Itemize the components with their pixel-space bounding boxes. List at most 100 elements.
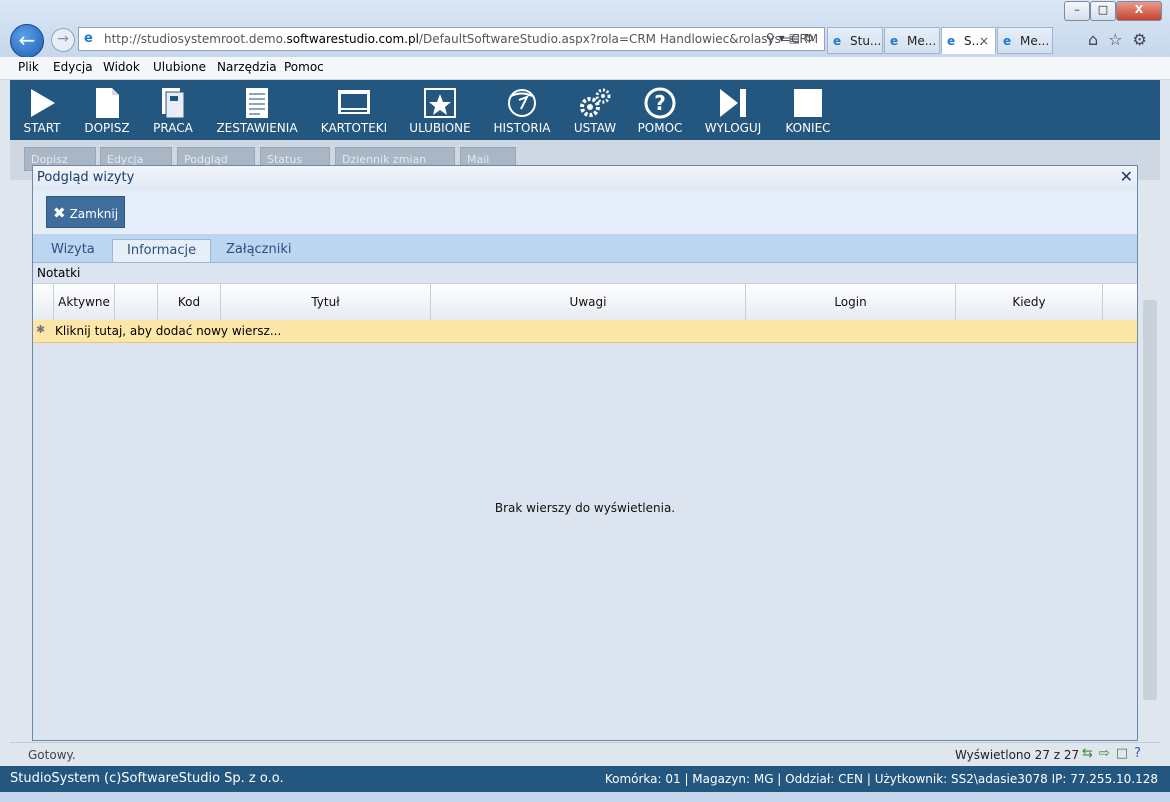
col-uwagi[interactable]: Uwagi [430, 284, 745, 320]
status-bar: Gotowy. Wyświetlono 27 z 27 ⇆⇨□? [10, 742, 1160, 767]
background-left-panel [10, 180, 33, 745]
dialog-header: Podgląd wizyty ✕ [33, 166, 1137, 191]
back-button[interactable]: ← [10, 24, 44, 58]
history-icon [508, 89, 536, 117]
toolbar-ulubione[interactable]: ULUBIONE [404, 80, 476, 140]
browser-tab-3-active[interactable]: e S... × [941, 27, 996, 54]
menu-narzedzia[interactable]: Narzędzia [217, 60, 277, 74]
browser-tab-1[interactable]: e Stu... [827, 27, 883, 54]
ie-tab-icon: e [833, 34, 842, 48]
app-toolbar: START DOPISZ PRACA ZESTAWIENIA KARTOTEKI… [10, 80, 1160, 140]
add-new-row-label: Kliknij tutaj, aby dodać nowy wiersz... [55, 324, 282, 338]
minimize-button[interactable]: – [1064, 1, 1090, 21]
tab-informacje[interactable]: Informacje [112, 239, 212, 262]
tab-wizyta[interactable]: Wizyta [37, 239, 109, 262]
toolbar-dopisz[interactable]: DOPISZ [78, 80, 136, 140]
menu-edycja[interactable]: Edycja [53, 60, 93, 74]
close-tab-icon[interactable]: × [979, 28, 989, 53]
col-login[interactable]: Login [745, 284, 955, 320]
toolbar-pomoc[interactable]: ? POMOC [632, 80, 688, 140]
search-icon[interactable]: ⚲ [766, 31, 779, 45]
browser-tab-4[interactable]: e Me... [997, 27, 1053, 54]
ie-page-icon: e [84, 31, 93, 46]
notes-grid: Aktywne Kod Tytuł Uwagi Login Kiedy ✱ Kl… [33, 283, 1137, 346]
toolbar-historia[interactable]: HISTORIA [486, 80, 558, 140]
maximize-button[interactable]: □ [1090, 1, 1116, 21]
section-label-notatki: Notatki [37, 266, 81, 280]
address-bar[interactable]: e http://studiosystemroot.demo.softwares… [78, 27, 825, 51]
grid-body: Brak wierszy do wyświetlenia. [33, 346, 1137, 740]
menu-bar: Plik Edycja Widok Ulubione Narzędzia Pom… [0, 57, 1170, 80]
status-action-icons[interactable]: ⇆⇨□? [1082, 746, 1147, 761]
monitor-icon [338, 90, 370, 114]
tab-zalaczniki[interactable]: Załączniki [212, 239, 306, 262]
toolbar-start[interactable]: START [16, 80, 68, 140]
add-new-row[interactable]: ✱ Kliknij tutaj, aby dodać nowy wiersz..… [33, 320, 1137, 343]
status-text: Gotowy. [28, 748, 76, 762]
toolbar-kartoteki[interactable]: KARTOTEKI [316, 80, 392, 140]
help-icon: ? [644, 87, 676, 119]
browser-command-icons[interactable]: ⌂☆⚙ [1088, 30, 1157, 49]
export-icon[interactable]: ⇨ [1099, 746, 1116, 761]
binder-icon [162, 88, 185, 119]
col-indicator [33, 284, 53, 320]
close-dialog-button[interactable]: ✖ Zamknij [46, 196, 126, 228]
refresh-icon[interactable]: ↻ [804, 31, 818, 45]
comment-icon[interactable]: □ [1116, 746, 1134, 761]
document-icon [96, 88, 119, 118]
col-filler [1102, 284, 1137, 320]
toolbar-zestawienia[interactable]: ZESTAWIENIA [210, 80, 304, 140]
address-bar-icons[interactable]: ⚲▾▤↻ [766, 31, 818, 45]
dialog-actions: ✖ Zamknij [33, 190, 1137, 234]
svg-text:?: ? [654, 91, 666, 115]
report-icon [246, 88, 268, 118]
settings-gear-icon[interactable]: ⚙ [1133, 30, 1157, 49]
dialog-close-icon[interactable]: ✕ [1120, 167, 1133, 186]
copyright-text: StudioSystem (c)SoftwareStudio Sp. z o.o… [10, 771, 284, 786]
gears-icon [580, 88, 611, 117]
empty-message: Brak wierszy do wyświetlenia. [494, 501, 676, 515]
ie-tab-icon: e [890, 34, 899, 48]
menu-plik[interactable]: Plik [18, 60, 39, 74]
col-tytul[interactable]: Tytuł [220, 284, 430, 320]
visit-preview-dialog: Podgląd wizyty ✕ ✖ Zamknij Wizyta Informa… [32, 165, 1138, 741]
col-kiedy[interactable]: Kiedy [955, 284, 1102, 320]
ie-tab-icon: e [947, 34, 956, 48]
dialog-tabstrip: Wizyta Informacje Załączniki [33, 234, 1137, 263]
close-x-icon: ✖ [53, 204, 66, 222]
toolbar-koniec[interactable]: KONIEC [778, 80, 838, 140]
help-small-icon[interactable]: ? [1134, 746, 1147, 761]
window-bottom-edge [0, 792, 1170, 802]
new-row-asterisk-icon: ✱ [36, 323, 46, 336]
menu-ulubione[interactable]: Ulubione [153, 60, 206, 74]
url-text[interactable]: http://studiosystemroot.demo.softwarestu… [104, 32, 818, 46]
stop-icon [794, 89, 822, 117]
app-footer: StudioSystem (c)SoftwareStudio Sp. z o.o… [0, 766, 1170, 792]
toolbar-ustaw[interactable]: USTAW [568, 80, 622, 140]
window-close-button[interactable]: X [1116, 1, 1162, 21]
arrow-right-icon: → [57, 31, 69, 47]
favorites-star-icon[interactable]: ☆ [1108, 30, 1132, 49]
col-aktywne[interactable]: Aktywne [53, 284, 114, 320]
grid-header: Aktywne Kod Tytuł Uwagi Login Kiedy [33, 283, 1137, 321]
session-info: Komórka: 01 | Magazyn: MG | Oddział: CEN… [604, 772, 1158, 786]
record-count: Wyświetlono 27 z 27 [955, 748, 1080, 762]
background-scrollbar[interactable] [1143, 300, 1157, 700]
home-icon[interactable]: ⌂ [1088, 30, 1108, 49]
menu-widok[interactable]: Widok [103, 60, 140, 74]
dropdown-icon[interactable]: ▾ [779, 31, 789, 45]
sync-icon[interactable]: ⇆ [1082, 746, 1099, 761]
browser-tab-2[interactable]: e Me... [884, 27, 940, 54]
forward-button[interactable]: → [51, 28, 75, 52]
star-icon [424, 88, 456, 118]
toolbar-wyloguj[interactable]: WYLOGUJ [698, 80, 768, 140]
col-blank[interactable] [114, 284, 157, 320]
col-kod[interactable]: Kod [157, 284, 220, 320]
compat-icon[interactable]: ▤ [789, 31, 804, 45]
play-icon [31, 89, 55, 117]
dialog-title: Podgląd wizyty [37, 170, 135, 185]
logout-icon [720, 89, 746, 117]
arrow-left-icon: ← [18, 28, 36, 52]
toolbar-praca[interactable]: PRACA [146, 80, 200, 140]
menu-pomoc[interactable]: Pomoc [284, 60, 324, 74]
